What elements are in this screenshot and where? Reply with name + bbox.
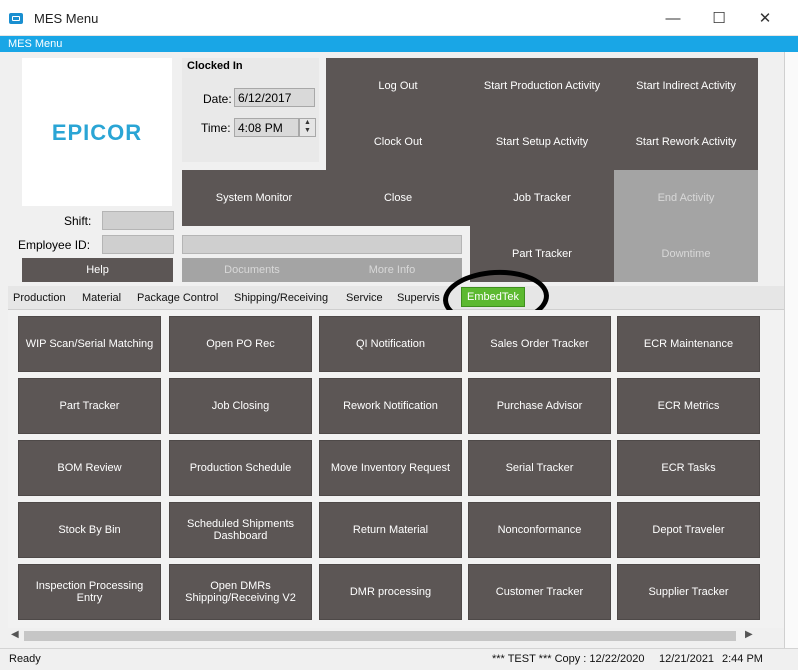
end-activity-button[interactable]: End Activity	[614, 170, 758, 226]
tab-service[interactable]: Service	[346, 292, 383, 304]
menu-tile-nonconformance[interactable]: Nonconformance	[468, 502, 611, 558]
menu-tile-stock-by-bin[interactable]: Stock By Bin	[18, 502, 161, 558]
date-label: Date:	[203, 92, 232, 106]
tab-strip	[8, 286, 784, 310]
menu-tile-wip-scan-serial-matching[interactable]: WIP Scan/Serial Matching	[18, 316, 161, 372]
tab-package-control[interactable]: Package Control	[137, 292, 218, 304]
help-button[interactable]: Help	[22, 258, 173, 282]
tab-production[interactable]: Production	[13, 292, 66, 304]
employee-name-field[interactable]	[182, 235, 462, 254]
menu-tile-production-schedule[interactable]: Production Schedule	[169, 440, 312, 496]
menu-tile-sales-order-tracker[interactable]: Sales Order Tracker	[468, 316, 611, 372]
spinner-up-icon[interactable]: ▲	[300, 119, 315, 127]
time-field[interactable]: 4:08 PM	[234, 118, 299, 137]
window-title: MES Menu	[34, 11, 99, 26]
start-rework-activity-button[interactable]: Start Rework Activity	[614, 114, 758, 170]
menu-tile-job-closing[interactable]: Job Closing	[169, 378, 312, 434]
documents-button[interactable]: Documents	[182, 258, 322, 282]
menu-tile-customer-tracker[interactable]: Customer Tracker	[468, 564, 611, 620]
menu-tile-ecr-metrics[interactable]: ECR Metrics	[617, 378, 760, 434]
scroll-right-icon[interactable]: ▶	[745, 629, 753, 640]
menu-tile-dmr-processing[interactable]: DMR processing	[319, 564, 462, 620]
employee-id-label: Employee ID:	[18, 238, 91, 252]
close-window-button[interactable]: ✕	[742, 6, 788, 32]
menu-tile-rework-notification[interactable]: Rework Notification	[319, 378, 462, 434]
status-ready: Ready	[9, 653, 41, 665]
date-field[interactable]: 6/12/2017	[234, 88, 315, 107]
menu-tile-scheduled-shipments-dashboard[interactable]: Scheduled Shipments Dashboard	[169, 502, 312, 558]
clocked-in-heading: Clocked In	[187, 60, 243, 72]
minimize-button[interactable]: —	[650, 6, 696, 32]
scroll-left-icon[interactable]: ◀	[11, 629, 19, 640]
menu-tile-supplier-tracker[interactable]: Supplier Tracker	[617, 564, 760, 620]
menu-header-label: MES Menu	[8, 38, 63, 50]
menu-tile-qi-notification[interactable]: QI Notification	[319, 316, 462, 372]
menu-tile-ecr-tasks[interactable]: ECR Tasks	[617, 440, 760, 496]
tab-supervisor[interactable]: Supervis	[397, 292, 440, 304]
menu-header: MES Menu	[0, 36, 798, 52]
start-production-activity-button[interactable]: Start Production Activity	[470, 58, 614, 114]
time-label: Time:	[201, 121, 231, 135]
menu-tile-bom-review[interactable]: BOM Review	[18, 440, 161, 496]
menu-tile-depot-traveler[interactable]: Depot Traveler	[617, 502, 760, 558]
scrollbar-thumb[interactable]	[24, 631, 736, 641]
menu-tile-open-po-rec[interactable]: Open PO Rec	[169, 316, 312, 372]
job-tracker-button[interactable]: Job Tracker	[470, 170, 614, 226]
maximize-button[interactable]: ☐	[696, 6, 742, 32]
menu-tile-inspection-processing-entry[interactable]: Inspection Processing Entry	[18, 564, 161, 620]
tab-material[interactable]: Material	[82, 292, 121, 304]
menu-tile-return-material[interactable]: Return Material	[319, 502, 462, 558]
background-window-edge	[784, 52, 798, 648]
more-info-button[interactable]: More Info	[322, 258, 462, 282]
clock-panel	[182, 58, 319, 162]
menu-tile-move-inventory-request[interactable]: Move Inventory Request	[319, 440, 462, 496]
status-time: 2:44 PM	[722, 653, 763, 665]
clock-out-button[interactable]: Clock Out	[326, 114, 470, 170]
time-spinner[interactable]: ▲ ▼	[299, 118, 316, 137]
tab-shipping-receiving[interactable]: Shipping/Receiving	[234, 292, 328, 304]
start-setup-activity-button[interactable]: Start Setup Activity	[470, 114, 614, 170]
close-button[interactable]: Close	[326, 170, 470, 226]
status-date: 12/21/2021	[659, 653, 715, 665]
downtime-button[interactable]: Downtime	[614, 226, 758, 282]
start-indirect-activity-button[interactable]: Start Indirect Activity	[614, 58, 758, 114]
menu-tile-purchase-advisor[interactable]: Purchase Advisor	[468, 378, 611, 434]
employee-id-field[interactable]	[102, 235, 174, 254]
system-monitor-button[interactable]: System Monitor	[182, 170, 326, 226]
menu-tile-ecr-maintenance[interactable]: ECR Maintenance	[617, 316, 760, 372]
shift-label: Shift:	[64, 214, 92, 228]
app-icon	[9, 13, 23, 24]
epicor-logo: EPICOR	[51, 120, 143, 145]
status-environment: *** TEST *** Copy : 12/22/2020	[492, 653, 645, 665]
log-out-button[interactable]: Log Out	[326, 58, 470, 114]
spinner-down-icon[interactable]: ▼	[300, 127, 315, 135]
menu-tile-part-tracker[interactable]: Part Tracker	[18, 378, 161, 434]
menu-tile-open-dmrs-shipping-receiving-v2[interactable]: Open DMRs Shipping/Receiving V2	[169, 564, 312, 620]
menu-tile-serial-tracker[interactable]: Serial Tracker	[468, 440, 611, 496]
shift-field[interactable]	[102, 211, 174, 230]
